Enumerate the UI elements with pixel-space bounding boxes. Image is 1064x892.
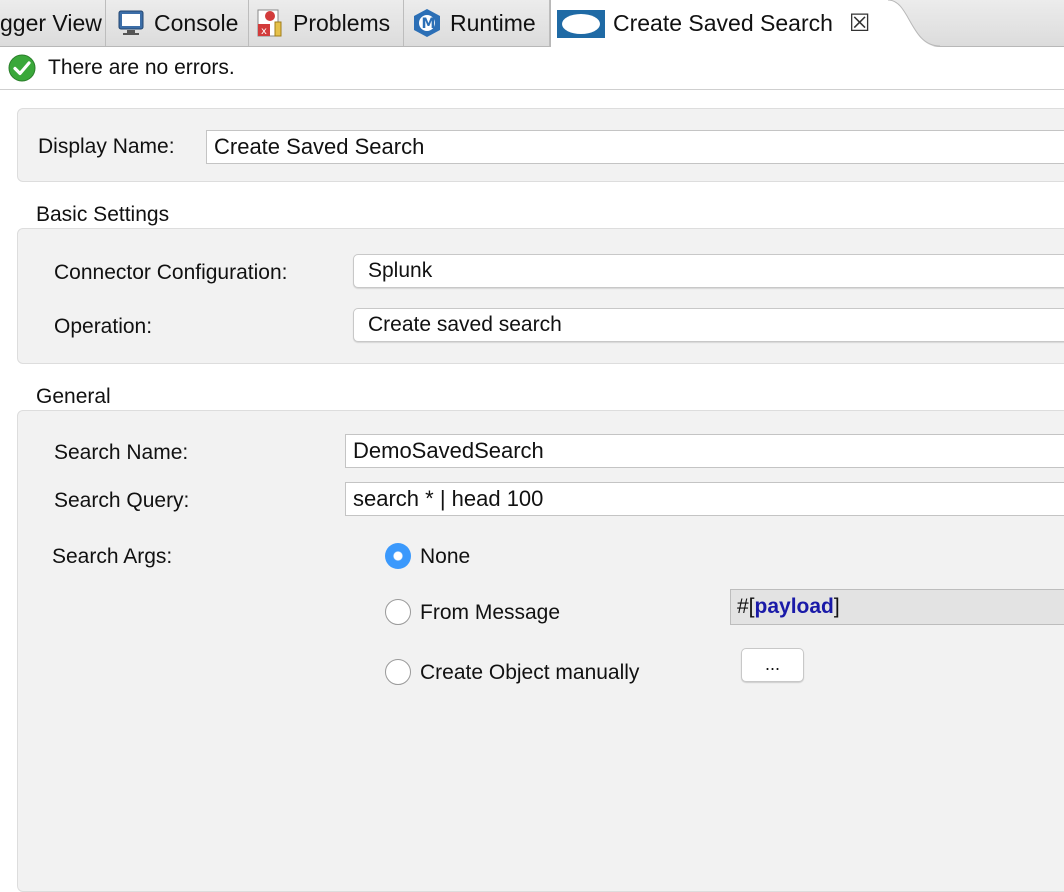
expression-prefix: #[ xyxy=(737,595,755,618)
search-args-label: Search Args: xyxy=(52,545,173,568)
radio-none[interactable] xyxy=(385,543,411,569)
general-title: General xyxy=(36,385,111,408)
tab-problems[interactable]: x Problems xyxy=(249,0,404,46)
operation-select[interactable]: Create saved search xyxy=(353,308,1064,342)
validation-status: There are no errors. xyxy=(0,47,1064,90)
tab-debugger-view[interactable]: gger View xyxy=(0,0,106,46)
tab-label: Runtime xyxy=(450,9,536,36)
problems-icon: x xyxy=(255,8,285,38)
display-name-label: Display Name: xyxy=(38,135,175,158)
tab-label: Console xyxy=(154,9,239,36)
radio-none-label: None xyxy=(420,545,471,568)
svg-text:M: M xyxy=(422,16,436,32)
connector-configuration-select[interactable]: Splunk xyxy=(353,254,1064,288)
mule-runtime-icon: M xyxy=(412,8,442,38)
tab-console[interactable]: Console xyxy=(106,0,249,46)
close-icon[interactable]: ☒ xyxy=(849,9,871,38)
search-name-input[interactable]: DemoSavedSearch xyxy=(345,434,1064,468)
console-icon xyxy=(116,8,146,38)
from-message-expression-input[interactable]: #[payload] xyxy=(730,589,1064,625)
tab-edge-curve xyxy=(880,0,940,47)
tab-label: Problems xyxy=(293,9,391,36)
edit-object-button[interactable]: ... xyxy=(741,648,804,682)
radio-create-object-manually-label: Create Object manually xyxy=(420,661,640,684)
expression-keyword: payload xyxy=(754,595,834,618)
editor-tab-bar: gger View Console x Problems M Runtime C… xyxy=(0,0,1064,47)
tab-label: gger View xyxy=(0,9,102,36)
tab-create-saved-search[interactable]: Create Saved Search ☒ xyxy=(550,0,882,47)
radio-from-message-label: From Message xyxy=(420,601,561,624)
radio-create-object-manually[interactable] xyxy=(385,659,411,685)
cloud-icon xyxy=(557,9,605,39)
checkmark-icon xyxy=(8,54,36,82)
search-name-label: Search Name: xyxy=(54,441,189,464)
search-query-label: Search Query: xyxy=(54,489,190,512)
operation-label: Operation: xyxy=(54,315,153,338)
basic-settings-title: Basic Settings xyxy=(36,203,170,226)
search-query-input[interactable]: search * | head 100 xyxy=(345,482,1064,516)
expression-suffix: ] xyxy=(833,595,840,618)
display-name-input[interactable]: Create Saved Search xyxy=(206,130,1064,164)
connector-configuration-label: Connector Configuration: xyxy=(54,261,288,284)
svg-text:x: x xyxy=(261,26,267,37)
status-message: There are no errors. xyxy=(48,56,235,79)
tab-label: Create Saved Search xyxy=(613,10,833,36)
tab-runtime[interactable]: M Runtime xyxy=(404,0,550,46)
basic-settings-panel xyxy=(17,228,1064,364)
radio-from-message[interactable] xyxy=(385,599,411,625)
